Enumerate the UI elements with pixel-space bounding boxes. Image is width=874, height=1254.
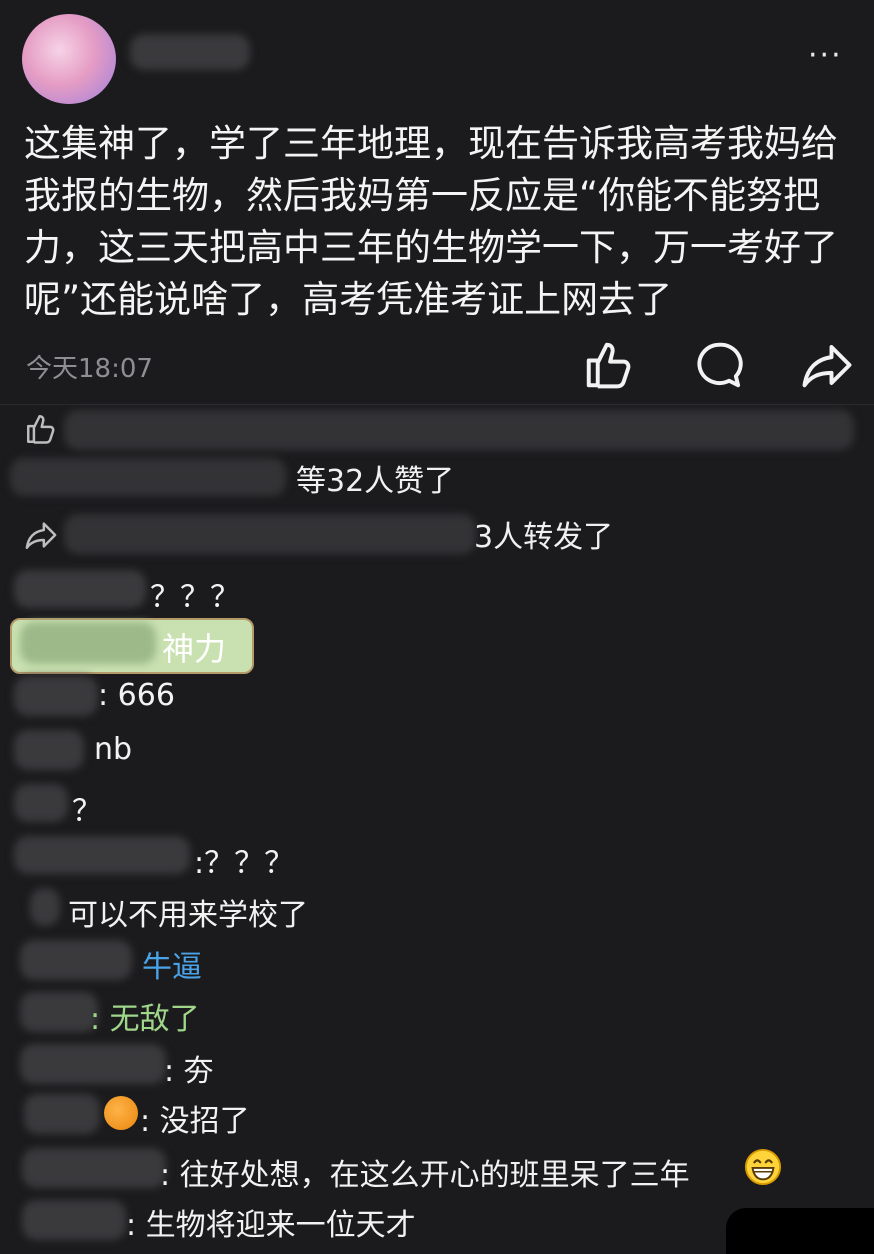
divider	[0, 404, 874, 405]
comment-text: :？？？	[194, 846, 295, 881]
comment-text: 神力	[162, 630, 227, 668]
commenter-redacted	[24, 1094, 100, 1134]
like-icon	[27, 415, 55, 444]
comment-text: ？	[72, 794, 102, 829]
comment-text: 可以不用来学校了	[68, 898, 308, 933]
likers-redacted	[64, 410, 854, 450]
grin-emoji-icon	[744, 1148, 782, 1186]
comment-text: ？？？	[150, 580, 240, 615]
share-icon	[25, 522, 57, 549]
commenter-redacted	[20, 622, 156, 664]
more-icon[interactable]: ···	[808, 38, 843, 73]
shares-summary[interactable]: 3人转发了	[474, 512, 613, 556]
commenter-redacted	[14, 676, 98, 716]
comment-text: : 往好处想，在这么开心的班里呆了三年	[160, 1158, 690, 1193]
commenter-redacted	[20, 940, 132, 980]
post-time: 今天18:07	[26, 354, 153, 384]
commenter-redacted	[14, 784, 68, 822]
commenter-redacted	[14, 730, 84, 770]
comment-icon[interactable]	[692, 338, 746, 392]
post-text: 这集神了，学了三年地理，现在告诉我高考我妈给我报的生物，然后我妈第一反应是“你能…	[24, 122, 838, 321]
commenter-redacted	[20, 1044, 166, 1084]
commenter-redacted	[14, 570, 146, 608]
commenter-redacted	[14, 836, 190, 874]
comment-text: : 生物将迎来一位天才	[126, 1208, 416, 1243]
likes-summary[interactable]: 等32人赞了	[296, 456, 454, 500]
likers-redacted	[10, 458, 286, 496]
commenter-redacted	[20, 992, 98, 1032]
commenter-redacted	[22, 1200, 126, 1240]
avatar[interactable]	[22, 14, 116, 104]
like-icon[interactable]	[582, 338, 636, 392]
redaction-block	[726, 1208, 874, 1254]
sharers-redacted	[64, 514, 476, 554]
comment-text: 牛逼	[142, 950, 202, 985]
orange-emoji-icon	[104, 1096, 138, 1130]
comment-text: : 666	[98, 678, 175, 713]
comment-text: : 没招了	[140, 1104, 250, 1139]
share-icon[interactable]	[800, 338, 854, 392]
comment-text: nb	[94, 732, 133, 767]
comment-text: : 无敌了	[90, 1002, 200, 1037]
commenter-redacted	[30, 888, 60, 926]
commenter-redacted	[22, 1148, 166, 1188]
username-redacted	[130, 34, 250, 70]
comment-text: : 夯	[164, 1054, 214, 1089]
